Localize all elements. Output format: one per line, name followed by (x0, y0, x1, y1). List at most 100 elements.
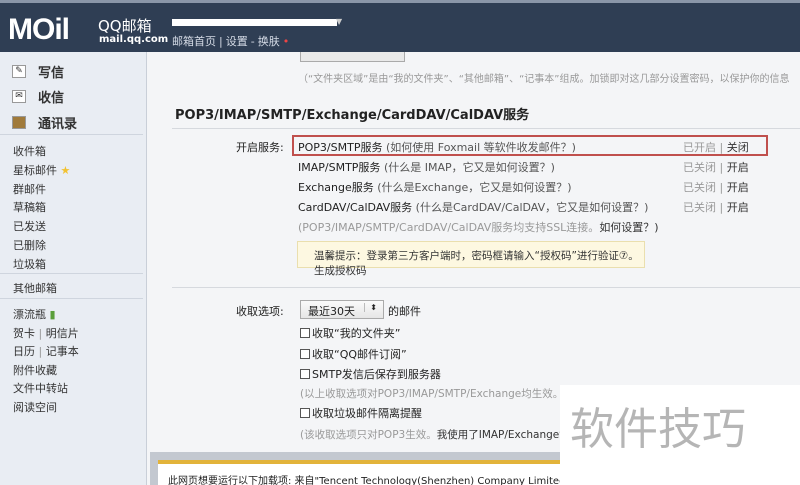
label: SMTP发信后保存到服务器 (312, 368, 441, 381)
option-subscriptions[interactable]: 收取“QQ邮件订阅” (300, 346, 407, 362)
help-link[interactable]: (什么是Exchange，它又是如何设置？) (377, 181, 571, 194)
sidebar-item-reading[interactable]: 阅读空间 (13, 399, 57, 415)
service-status: 已开启 | 关闭 (683, 141, 749, 154)
status: 已关闭 (683, 161, 716, 174)
sidebar-item-notes[interactable]: 记事本 (46, 345, 79, 358)
note: (该收取选项只对POP3生效。 (300, 429, 437, 441)
help-link[interactable]: (什么是 IMAP，它又是如何设置？) (384, 161, 555, 174)
help-link[interactable]: (如何使用 Foxmail 等软件收发邮件？) (386, 141, 576, 154)
bottle-icon: ▮ (49, 308, 56, 321)
options-note: (以上收取选项对POP3/IMAP/SMTP/Exchange均生效。了解 (300, 388, 585, 400)
sidebar-item-attachments[interactable]: 附件收藏 (13, 362, 57, 378)
fetch-suffix: 的邮件 (388, 305, 421, 318)
tip-text: 温馨提示：登录第三方客户端时，密码框请输入“授权码”进行验证⑦。 (314, 250, 639, 262)
note: (POP3/IMAP/SMTP/CardDAV/CalDAV服务均支持SSL连接… (298, 221, 600, 234)
service-imap: IMAP/SMTP服务 (什么是 IMAP，它又是如何设置？) (298, 159, 555, 175)
label: 通讯录 (38, 117, 78, 132)
service-pop3: POP3/SMTP服务 (如何使用 Foxmail 等软件收发邮件？) (298, 139, 576, 155)
lock-button-partial[interactable] (300, 52, 405, 62)
tip-box: 温馨提示：登录第三方客户端时，密码框请输入“授权码”进行验证⑦。生成授权码 (297, 241, 645, 277)
option-spam-reminder[interactable]: 收取垃圾邮件隔离提醒 (300, 405, 422, 421)
service-status: 已关闭 | 开启 (683, 161, 749, 174)
toggle-exchange-button[interactable]: 开启 (727, 181, 749, 194)
service-status: 已关闭 | 开启 (683, 201, 749, 214)
sidebar-inbox-check[interactable]: ✉ 收信 (12, 87, 64, 106)
contacts-icon (12, 116, 26, 129)
sidebar-item-calendar[interactable]: 日历 (13, 345, 35, 358)
pencil-icon: ✎ (12, 65, 26, 78)
sidebar-contacts[interactable]: 通讯录 (12, 113, 77, 132)
sidebar-item-cards[interactable]: 贺卡 (13, 327, 35, 340)
pop3-note: (该收取选项只对POP3生效。我使用了IMAP/Exchange协议 (300, 427, 580, 442)
watermark: 软件技巧 (560, 385, 800, 485)
label: 收取“QQ邮件订阅” (312, 348, 407, 361)
sidebar-item-deleted[interactable]: 已删除 (13, 237, 46, 253)
nav-settings-link[interactable]: 设置 (226, 35, 248, 48)
nav-sep: | (219, 35, 223, 48)
ssl-help-link[interactable]: 如何设置？) (599, 221, 658, 234)
brand-domain: mail.qq.com (99, 34, 169, 45)
sidebar-compose[interactable]: ✎ 写信 (12, 62, 64, 81)
sidebar-item-drafts[interactable]: 草稿箱 (13, 199, 46, 215)
service-name: Exchange服务 (298, 181, 374, 194)
notification-dot-icon: • (282, 35, 290, 48)
sidebar-cards-row: 贺卡 | 明信片 (13, 325, 79, 341)
status: 已关闭 (683, 181, 716, 194)
sidebar-item-inbox[interactable]: 收件箱 (13, 143, 46, 159)
toggle-imap-button[interactable]: 开启 (727, 161, 749, 174)
sidebar-item-other-mailbox[interactable]: 其他邮箱 (13, 280, 57, 296)
select-value: 最近30天 (308, 305, 355, 318)
divider (0, 134, 143, 135)
sidebar-item-postcard[interactable]: 明信片 (46, 327, 79, 340)
top-nav: 邮箱首页 | 设置 - 换肤 • (172, 33, 292, 49)
updown-icon: ⬍ (364, 303, 377, 312)
star-icon: ★ (60, 164, 71, 177)
fetch-range-select[interactable]: 最近30天 ⬍ (300, 300, 384, 319)
checkbox[interactable] (300, 408, 310, 418)
account-redacted (172, 19, 337, 26)
sidebar-item-sent[interactable]: 已发送 (13, 218, 46, 234)
divider (0, 273, 143, 274)
addon-notification[interactable]: 此网页想要运行以下加载项: 来自"Tencent Technology(Shen… (158, 460, 560, 485)
label: 写信 (38, 66, 65, 81)
sidebar-item-bottle[interactable]: 漂流瓶 ▮ (13, 306, 56, 322)
service-name: CardDAV/CalDAV服务 (298, 201, 413, 214)
toggle-carddav-button[interactable]: 开启 (727, 201, 749, 214)
divider (172, 128, 800, 129)
sidebar-item-starred[interactable]: 星标邮件 ★ (13, 162, 70, 178)
folder-note: （“文件夹区域”是由“我的文件夹”、“其他邮箱”、“记事本”组成。加锁即对这几部… (298, 74, 790, 85)
status: 已开启 (683, 141, 716, 154)
label: 收取“我的文件夹” (312, 327, 401, 340)
toggle-pop3-button[interactable]: 关闭 (727, 141, 749, 154)
service-status: 已关闭 | 开启 (683, 181, 749, 194)
option-smtp-save[interactable]: SMTP发信后保存到服务器 (300, 366, 441, 382)
sep: | (38, 327, 43, 340)
services-label: 开启服务: (236, 141, 284, 154)
checkbox[interactable] (300, 328, 310, 338)
help-link[interactable]: (什么是CardDAV/CalDAV，它又是如何设置？) (416, 201, 649, 214)
label: 收取垃圾邮件隔离提醒 (312, 407, 422, 420)
nav-skin-link[interactable]: 换肤 (258, 35, 280, 48)
chevron-down-icon[interactable]: ▼ (336, 17, 342, 26)
sep: | (38, 345, 43, 358)
service-carddav: CardDAV/CalDAV服务 (什么是CardDAV/CalDAV，它又是如… (298, 199, 648, 215)
checkbox[interactable] (300, 369, 310, 379)
nav-sep: - (250, 35, 255, 48)
generate-auth-code-link[interactable]: 生成授权码 (314, 265, 367, 277)
sidebar: ✎ 写信 ✉ 收信 通讯录 收件箱 星标邮件 ★ 群邮件 草稿箱 已发送 已删除 垃… (0, 52, 147, 485)
service-name: IMAP/SMTP服务 (298, 161, 381, 174)
imap-help-link[interactable]: 我使用了IMAP/Exchange协议 (437, 429, 581, 441)
logo[interactable]: MOil (8, 13, 70, 47)
ssl-note: (POP3/IMAP/SMTP/CardDAV/CalDAV服务均支持SSL连接… (298, 219, 659, 235)
sidebar-item-file-transfer[interactable]: 文件中转站 (13, 380, 68, 396)
envelope-icon: ✉ (12, 90, 26, 103)
nav-home-link[interactable]: 邮箱首页 (172, 35, 216, 48)
checkbox[interactable] (300, 349, 310, 359)
sidebar-item-spam[interactable]: 垃圾箱 (13, 256, 46, 272)
divider (0, 298, 143, 299)
option-my-folders[interactable]: 收取“我的文件夹” (300, 325, 400, 341)
brand-name: QQ邮箱 (98, 17, 152, 35)
sidebar-item-group[interactable]: 群邮件 (13, 181, 46, 197)
status: 已关闭 (683, 201, 716, 214)
section-title: POP3/IMAP/SMTP/Exchange/CardDAV/CalDAV服务 (175, 108, 530, 123)
